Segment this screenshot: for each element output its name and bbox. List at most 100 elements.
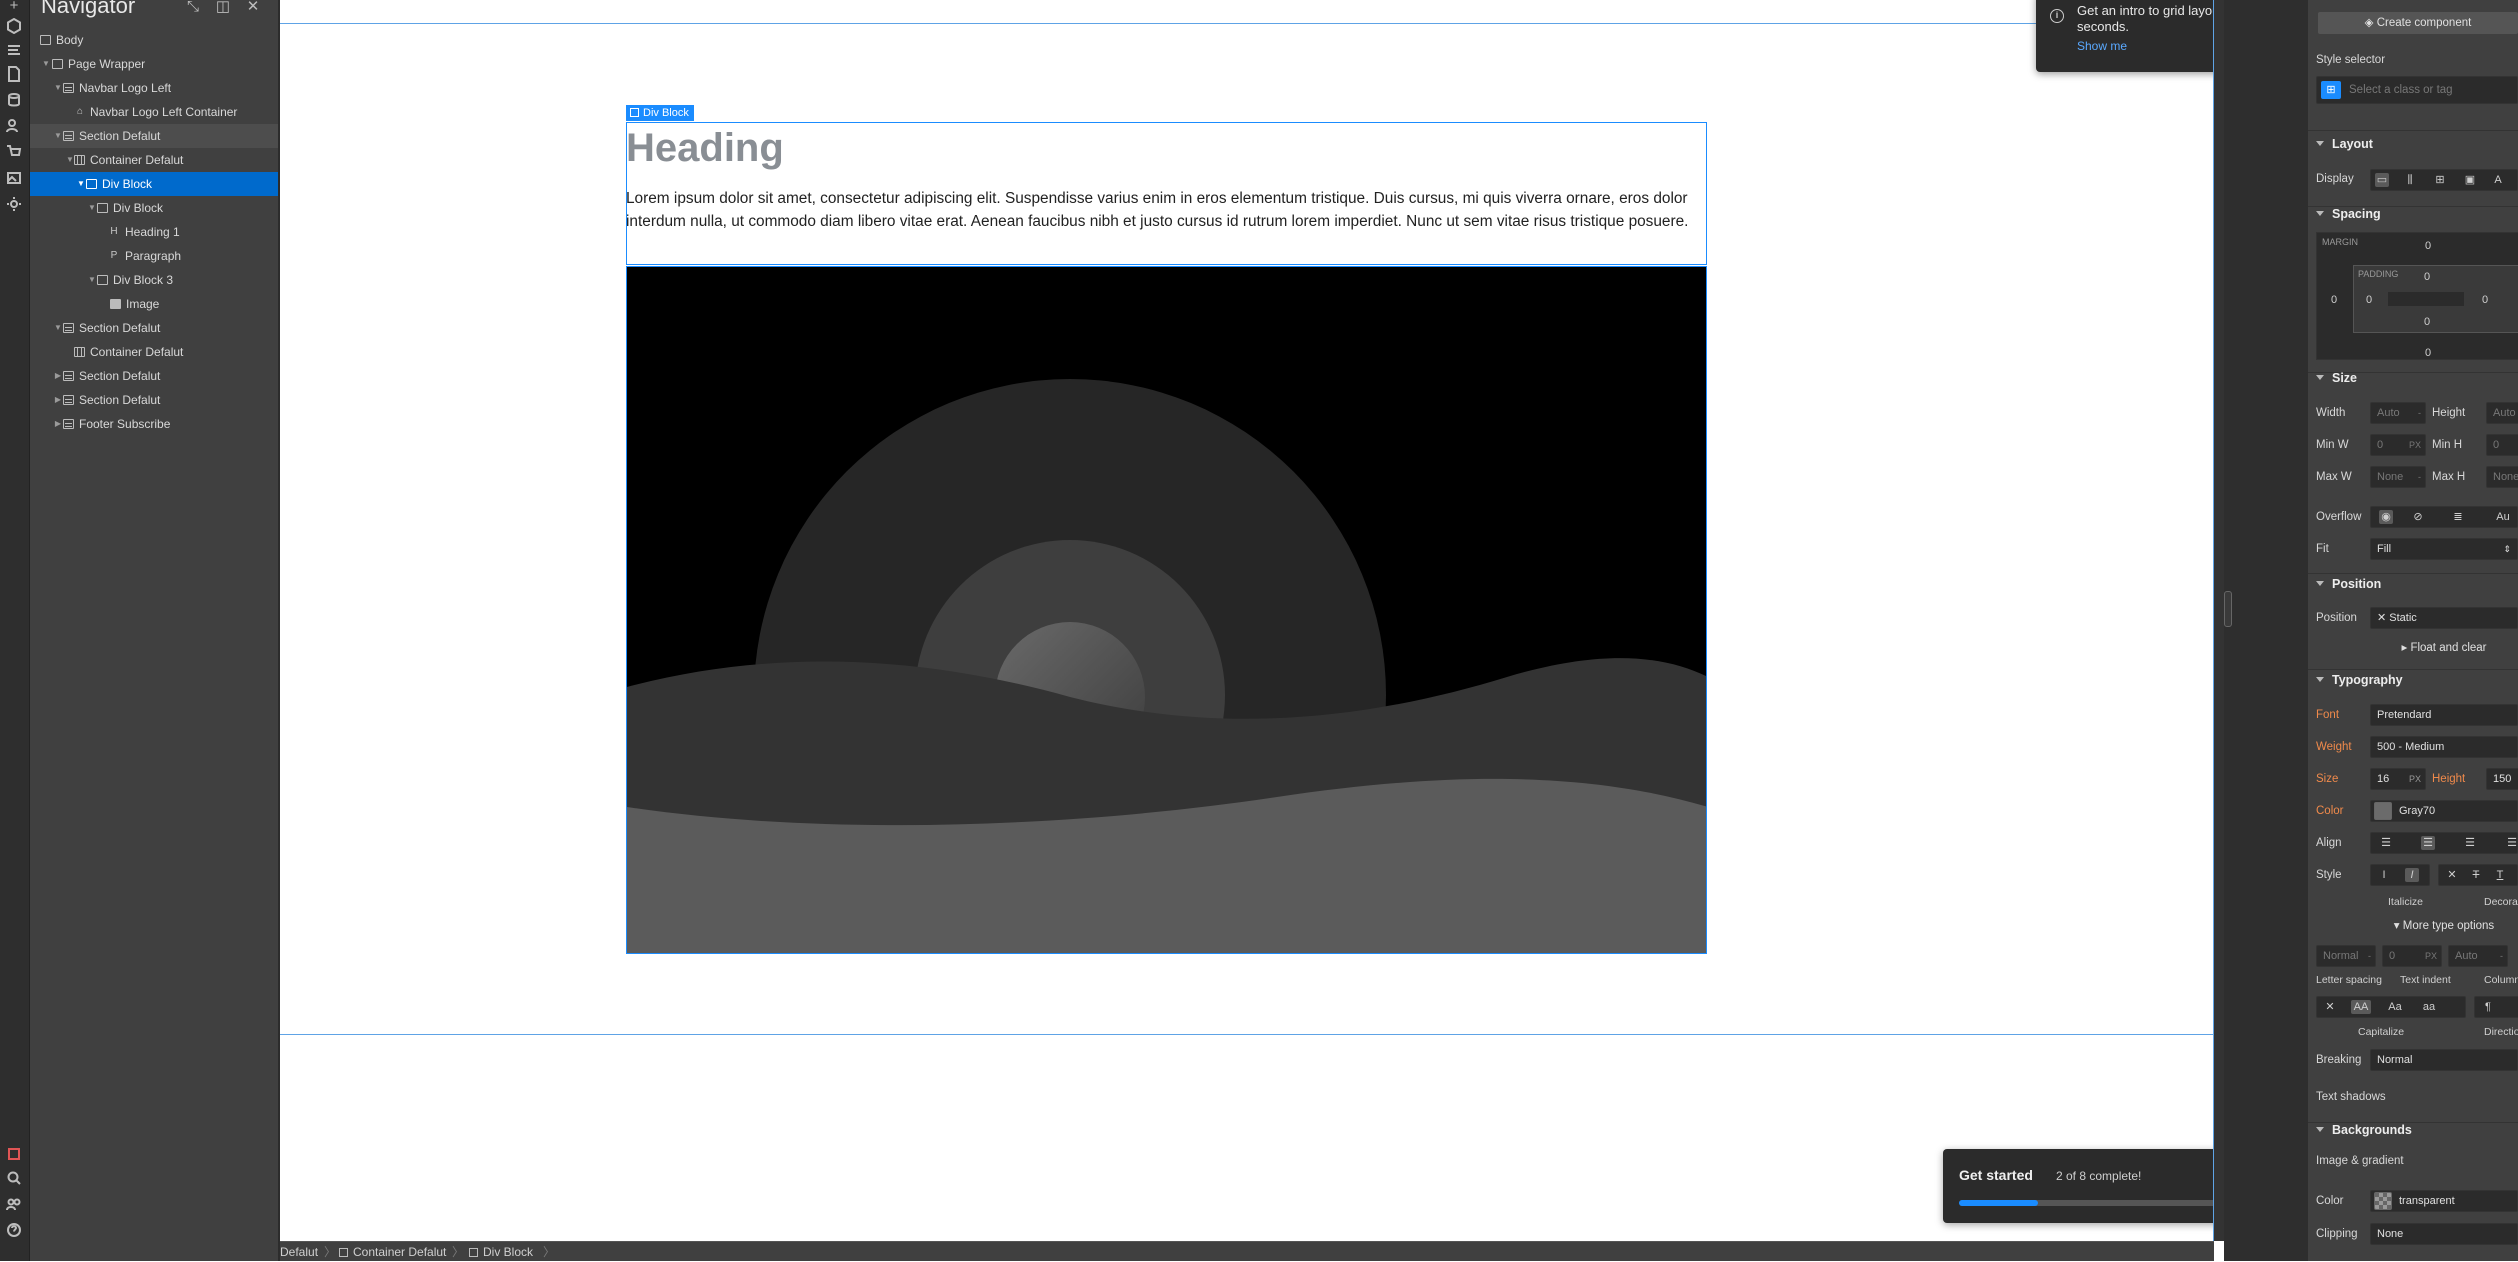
style-selector-field[interactable]: ⊞ Select a class or tag: [2316, 76, 2518, 104]
tree-item-image[interactable]: Image: [30, 292, 278, 316]
show-me-link[interactable]: Show me: [2077, 39, 2127, 53]
direction-ltr-option[interactable]: ¶: [2481, 1000, 2495, 1014]
text-shadows-label[interactable]: Text shadows: [2316, 1091, 2386, 1103]
caret-down-icon[interactable]: ▼: [88, 268, 96, 292]
no-decoration-icon[interactable]: ✕: [2445, 868, 2459, 882]
align-justify-icon[interactable]: ☰: [2505, 836, 2518, 850]
close-icon[interactable]: ✕: [245, 0, 261, 16]
align-right-icon[interactable]: ☰: [2463, 836, 2477, 850]
settings-icon[interactable]: [5, 196, 23, 214]
tree-item-paragraph[interactable]: P Paragraph: [30, 244, 278, 268]
add-icon[interactable]: +: [5, 0, 23, 15]
breadcrumb-item[interactable]: Div Block: [469, 1242, 533, 1262]
caret-down-icon[interactable]: ▼: [77, 172, 85, 196]
strikethrough-icon[interactable]: T: [2469, 868, 2483, 882]
max-width-input[interactable]: None -: [2370, 466, 2426, 488]
image-gradient-label[interactable]: Image & gradient: [2316, 1155, 2404, 1167]
selection-tag[interactable]: Div Block: [626, 105, 694, 121]
size-section-header[interactable]: Size: [2316, 371, 2357, 385]
caret-down-icon[interactable]: ▼: [54, 76, 62, 100]
caret-down-icon[interactable]: ▼: [66, 148, 74, 172]
align-left-icon[interactable]: ☰: [2379, 836, 2393, 850]
tree-item-section-defalut[interactable]: ▼ Section Defalut: [30, 124, 278, 148]
tree-item-section-defalut-3[interactable]: ▶ Section Defalut: [30, 364, 278, 388]
text-indent-input[interactable]: 0 PX: [2382, 945, 2442, 967]
align-center-icon[interactable]: ☰: [2421, 836, 2435, 850]
tree-item-div-block[interactable]: ▼ Div Block: [30, 196, 278, 220]
tree-item-body[interactable]: Body: [30, 28, 278, 52]
users-icon[interactable]: [5, 118, 23, 136]
underline-icon[interactable]: T: [2493, 868, 2507, 882]
breadcrumb-item[interactable]: Container Defalut: [339, 1242, 446, 1262]
tree-item-section-defalut-4[interactable]: ▶ Section Defalut: [30, 388, 278, 412]
fit-select[interactable]: Fill ⇕: [2370, 538, 2518, 560]
min-width-input[interactable]: 0 PX: [2370, 434, 2426, 456]
caret-down-icon[interactable]: ▼: [88, 196, 96, 220]
canvas-paragraph[interactable]: Lorem ipsum dolor sit amet, consectetur …: [626, 188, 1708, 233]
font-size-input[interactable]: 16 PX: [2370, 768, 2426, 790]
color-swatch[interactable]: [2374, 802, 2392, 820]
caret-down-icon[interactable]: ▼: [54, 316, 62, 340]
height-input[interactable]: Auto: [2486, 402, 2518, 424]
display-flex-icon[interactable]: ⫼: [2403, 173, 2417, 187]
display-inline-block-icon[interactable]: ▣: [2463, 173, 2477, 187]
min-height-input[interactable]: 0: [2486, 434, 2518, 456]
help-icon[interactable]: [5, 1222, 23, 1240]
font-select[interactable]: Pretendard: [2370, 704, 2518, 726]
breaking-select[interactable]: Normal: [2370, 1049, 2518, 1071]
max-height-input[interactable]: None: [2486, 466, 2518, 488]
no-transform-icon[interactable]: ✕: [2323, 1000, 2337, 1014]
search-icon[interactable]: [5, 1170, 23, 1188]
pages-icon[interactable]: [5, 66, 23, 84]
backgrounds-section-header[interactable]: Backgrounds: [2316, 1123, 2412, 1137]
margin-top-value[interactable]: 0: [2425, 240, 2431, 252]
capitalize-option[interactable]: Aa: [2385, 1000, 2405, 1014]
tree-item-page-wrapper[interactable]: ▼ Page Wrapper: [30, 52, 278, 76]
columns-input[interactable]: Auto -: [2448, 945, 2508, 967]
float-and-clear-toggle[interactable]: ▸ Float and clear: [2370, 637, 2518, 659]
display-grid-icon[interactable]: ⊞: [2433, 173, 2447, 187]
collaborators-icon[interactable]: [5, 1196, 23, 1214]
position-section-header[interactable]: Position: [2316, 577, 2381, 591]
padding-top-value[interactable]: 0: [2424, 271, 2430, 283]
weight-select[interactable]: 500 - Medium: [2370, 736, 2518, 758]
dock-panel-icon[interactable]: ◫: [215, 0, 231, 16]
letter-spacing-input[interactable]: Normal -: [2316, 945, 2376, 967]
display-block-icon[interactable]: ▭: [2375, 173, 2389, 187]
canvas-heading[interactable]: Heading: [626, 126, 784, 171]
resize-handle[interactable]: [2224, 591, 2232, 627]
lowercase-option[interactable]: aa: [2419, 1000, 2439, 1014]
overflow-hidden-icon[interactable]: ⊘: [2411, 510, 2425, 524]
caret-down-icon[interactable]: ▼: [54, 124, 62, 148]
italic-icon[interactable]: I: [2405, 868, 2419, 882]
tree-item-section-defalut-2[interactable]: ▼ Section Defalut: [30, 316, 278, 340]
breadcrumb-item[interactable]: Defalut: [280, 1242, 318, 1262]
tree-item-container-defalut[interactable]: ▼ Container Defalut: [30, 148, 278, 172]
layout-section-header[interactable]: Layout: [2316, 137, 2373, 151]
navigator-icon[interactable]: [5, 42, 23, 60]
margin-left-value[interactable]: 0: [2331, 294, 2337, 306]
clipping-select[interactable]: None: [2370, 1223, 2518, 1245]
typography-section-header[interactable]: Typography: [2316, 673, 2403, 687]
collapse-all-icon[interactable]: ⤡: [185, 0, 201, 16]
uppercase-option[interactable]: AA: [2351, 1000, 2371, 1014]
padding-left-value[interactable]: 0: [2366, 294, 2372, 306]
overflow-scroll-icon[interactable]: ≣: [2451, 510, 2465, 524]
display-inline-icon[interactable]: A: [2491, 173, 2505, 187]
tree-item-footer-subscribe[interactable]: ▶ Footer Subscribe: [30, 412, 278, 436]
line-height-input[interactable]: 150: [2486, 768, 2518, 790]
caret-right-icon[interactable]: ▶: [54, 412, 62, 436]
spacing-section-header[interactable]: Spacing: [2316, 207, 2381, 221]
record-icon[interactable]: [5, 1146, 23, 1164]
caret-right-icon[interactable]: ▶: [54, 364, 62, 388]
overflow-visible-icon[interactable]: ◉: [2379, 510, 2393, 524]
design-canvas[interactable]: Div Block Heading Lorem ipsum dolor sit …: [280, 0, 2214, 1241]
ecommerce-icon[interactable]: [5, 144, 23, 162]
caret-down-icon[interactable]: ▼: [42, 52, 50, 76]
more-type-options-toggle[interactable]: ▾ More type options: [2370, 916, 2518, 936]
margin-bottom-value[interactable]: 0: [2425, 347, 2431, 359]
tree-item-div-block-selected[interactable]: ▼ Div Block: [30, 172, 278, 196]
tree-item-container-defalut-2[interactable]: Container Defalut: [30, 340, 278, 364]
components-icon[interactable]: [5, 17, 23, 36]
transparent-swatch[interactable]: [2374, 1192, 2392, 1210]
